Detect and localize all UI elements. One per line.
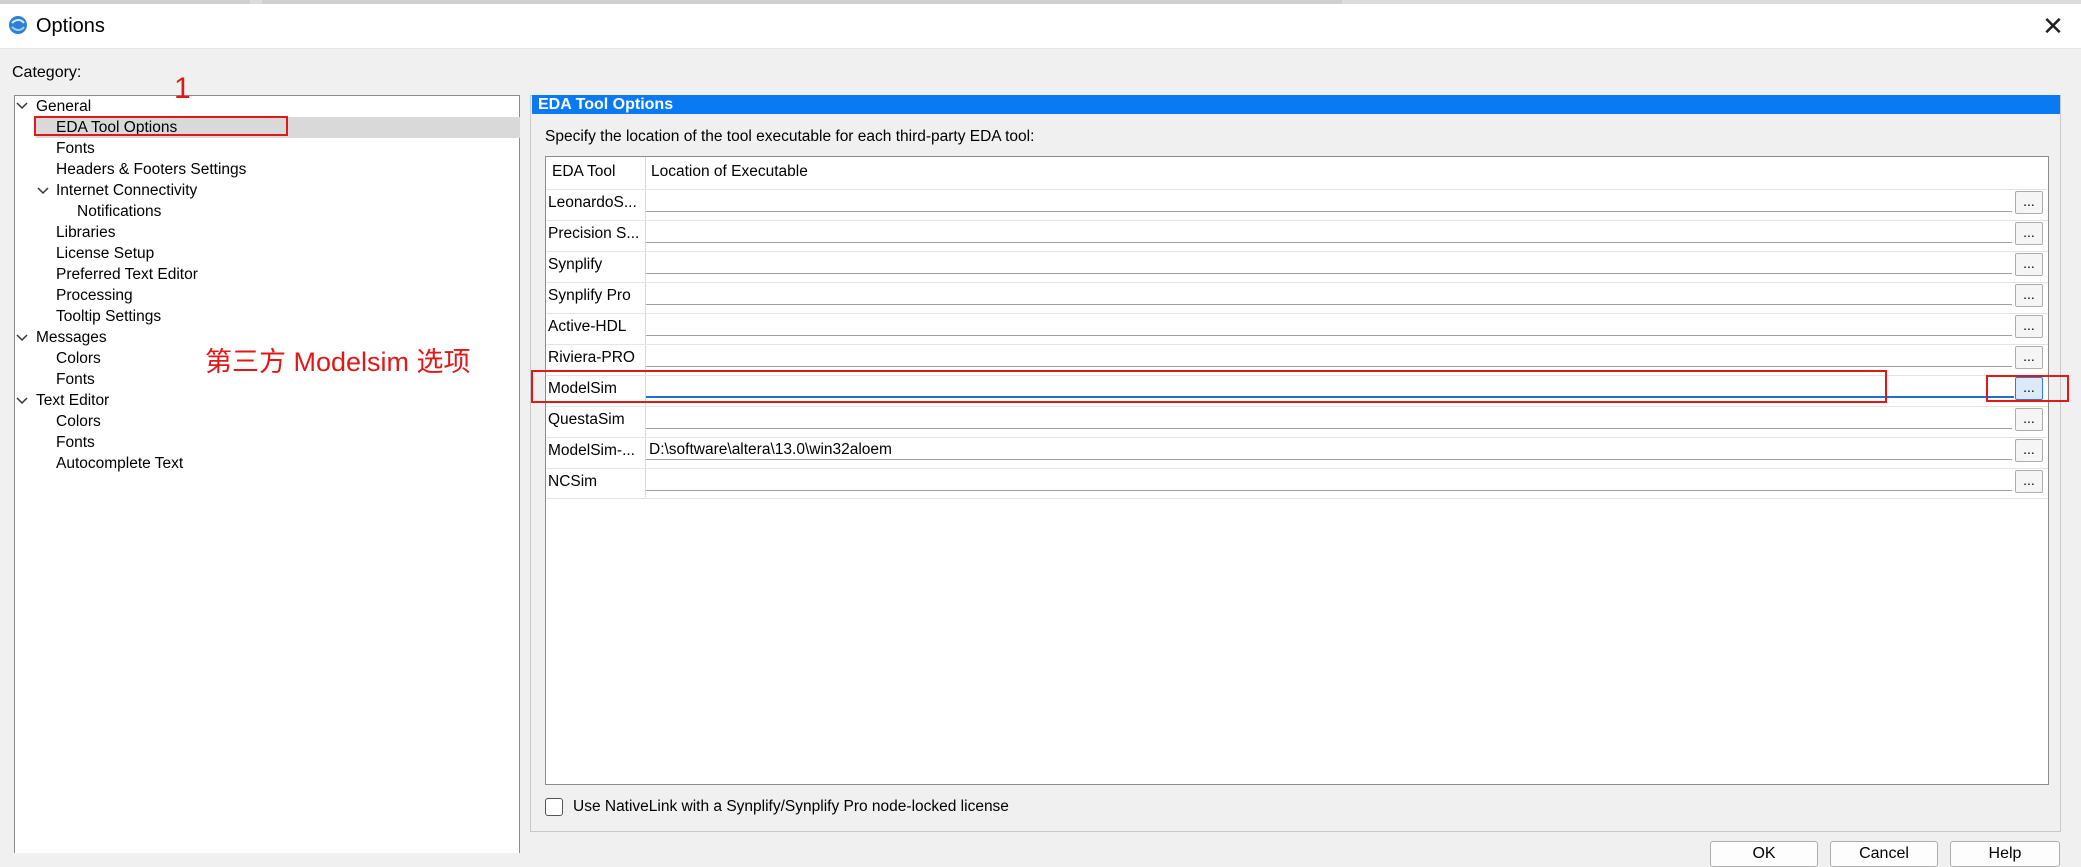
tree-item-messages[interactable]: Messages (36, 327, 107, 348)
tree-item-headers-footers[interactable]: Headers & Footers Settings (56, 159, 246, 180)
chevron-down-icon[interactable] (16, 332, 28, 344)
browse-button[interactable]: ... (2015, 284, 2043, 307)
row-divider (546, 282, 2048, 283)
chevron-down-icon[interactable] (37, 185, 49, 197)
location-input[interactable] (646, 191, 2012, 212)
tree-item-fonts[interactable]: Fonts (56, 432, 95, 453)
location-input[interactable] (646, 470, 2012, 491)
nativelink-option[interactable]: Use NativeLink with a Synplify/Synplify … (545, 797, 1009, 817)
tool-name: Synplify (548, 256, 603, 273)
browse-button[interactable]: ... (2015, 253, 2043, 276)
location-input[interactable] (646, 284, 2012, 305)
chevron-down-icon[interactable] (16, 395, 28, 407)
column-header-location: Location of Executable (651, 163, 808, 180)
tree-item-autocomplete-text[interactable]: Autocomplete Text (56, 453, 183, 474)
tree-item-preferred-text-editor[interactable]: Preferred Text Editor (56, 264, 198, 285)
tool-name: Precision S... (548, 225, 640, 242)
app-icon (9, 16, 27, 34)
browse-button[interactable]: ... (2015, 191, 2043, 214)
browse-button[interactable]: ... (2015, 222, 2043, 245)
tree-item-fonts[interactable]: Fonts (56, 369, 95, 390)
tree-item-general[interactable]: General (36, 96, 91, 117)
row-divider (546, 251, 2048, 252)
tree-item-internet-connectivity[interactable]: Internet Connectivity (56, 180, 197, 201)
tree-item-notifications[interactable]: Notifications (77, 201, 161, 222)
tree-item-text-editor[interactable]: Text Editor (36, 390, 109, 411)
tree-item-license-setup[interactable]: License Setup (56, 243, 154, 264)
tree-item-tooltip-settings[interactable]: Tooltip Settings (56, 306, 161, 327)
tool-name: NCSim (548, 473, 598, 490)
location-input[interactable] (646, 408, 2012, 429)
category-label: Category: (12, 64, 82, 81)
annotation-note: 第三方 Modelsim 选项 (205, 347, 471, 377)
annotation-box-eda-tool-options (34, 116, 288, 136)
tool-name: Synplify Pro (548, 287, 631, 304)
annotation-box-modelsim-row (531, 370, 1887, 403)
ok-button[interactable]: OK (1710, 841, 1818, 867)
row-divider (546, 344, 2048, 345)
title-bar: Options ✕ (0, 4, 2081, 49)
instructions-text: Specify the location of the tool executa… (545, 128, 1035, 145)
nativelink-label: Use NativeLink with a Synplify/Synplify … (573, 798, 1009, 815)
cancel-button[interactable]: Cancel (1830, 841, 1938, 867)
browse-button[interactable]: ... (2015, 408, 2043, 431)
browse-button[interactable]: ... (2015, 315, 2043, 338)
column-header-eda-tool: EDA Tool (552, 163, 616, 180)
row-divider (546, 437, 2048, 438)
location-input[interactable] (646, 315, 2012, 336)
help-button[interactable]: Help (1950, 841, 2060, 867)
tool-name: LeonardoS... (548, 194, 637, 211)
location-input[interactable] (646, 222, 2012, 243)
tool-name: Active-HDL (548, 318, 627, 335)
browse-button[interactable]: ... (2015, 439, 2043, 462)
browse-button[interactable]: ... (2015, 470, 2043, 493)
tool-name: ModelSim-... (548, 442, 635, 459)
location-input[interactable]: D:\software\altera\13.0\win32aloem (646, 439, 2012, 460)
tree-item-colors[interactable]: Colors (56, 348, 101, 369)
row-divider (546, 468, 2048, 469)
row-divider (546, 220, 2048, 221)
row-divider (546, 498, 2048, 499)
tool-name: Riviera-PRO (548, 349, 635, 366)
window-title: Options (36, 15, 105, 37)
close-button[interactable]: ✕ (2030, 6, 2076, 46)
nativelink-checkbox[interactable] (545, 798, 563, 816)
browse-button[interactable]: ... (2015, 346, 2043, 369)
panel-header: EDA Tool Options (532, 95, 2060, 114)
tree-item-colors[interactable]: Colors (56, 411, 101, 432)
tree-item-fonts[interactable]: Fonts (56, 138, 95, 159)
location-input[interactable] (646, 253, 2012, 274)
location-input[interactable] (646, 346, 2012, 367)
chevron-down-icon[interactable] (16, 100, 28, 112)
tree-item-libraries[interactable]: Libraries (56, 222, 115, 243)
annotation-box-browse-button (1986, 375, 2069, 402)
annotation-marker-1: 1 (174, 72, 191, 105)
close-icon: ✕ (2042, 10, 2064, 41)
row-divider (546, 406, 2048, 407)
tree-item-processing[interactable]: Processing (56, 285, 133, 306)
tool-name: QuestaSim (548, 411, 625, 428)
row-divider (546, 189, 2048, 190)
row-divider (546, 313, 2048, 314)
